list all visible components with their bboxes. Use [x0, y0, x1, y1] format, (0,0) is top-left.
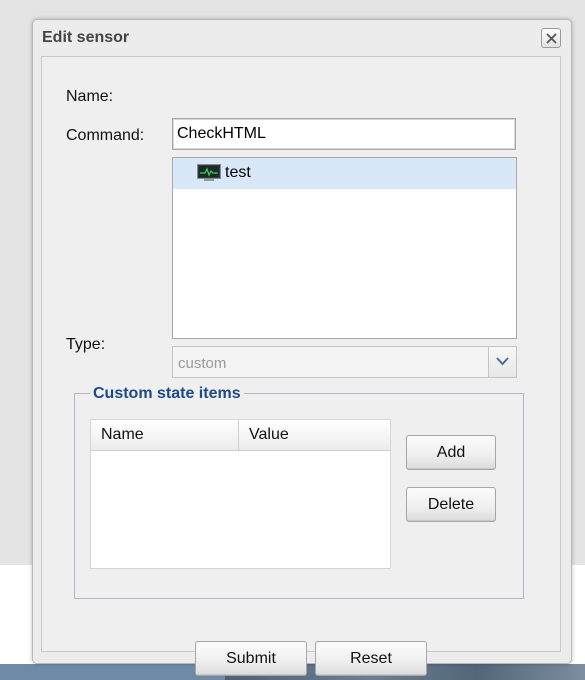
dialog-title: Edit sensor	[42, 29, 130, 46]
command-label: Command:	[66, 127, 145, 144]
form-panel: Name: CheckHTML Command: test Type: cust…	[41, 56, 561, 676]
state-items-grid[interactable]: Name Value	[90, 419, 391, 569]
command-item-label: test	[225, 164, 251, 181]
command-item[interactable]: test	[173, 158, 516, 189]
edit-sensor-dialog: Edit sensor Name: CheckHTML Command: tes…	[32, 19, 572, 676]
type-dropdown-trigger[interactable]	[488, 347, 516, 377]
custom-state-items-legend: Custom state items	[90, 385, 244, 403]
close-icon	[546, 33, 557, 44]
column-header-value[interactable]: Value	[239, 420, 390, 450]
type-value: custom	[178, 355, 227, 372]
name-label: Name:	[66, 88, 114, 105]
chevron-down-icon	[496, 357, 509, 366]
background-strip	[0, 664, 225, 680]
delete-button[interactable]: Delete	[406, 487, 496, 522]
type-select[interactable]: custom	[172, 346, 517, 378]
submit-button[interactable]: Submit	[195, 641, 307, 676]
command-list[interactable]: test	[172, 157, 517, 339]
monitor-pulse-icon	[197, 164, 221, 186]
grid-header: Name Value	[91, 420, 390, 451]
close-button[interactable]	[541, 28, 561, 48]
column-header-name[interactable]: Name	[91, 420, 239, 450]
reset-button[interactable]: Reset	[315, 641, 427, 676]
name-input[interactable]: CheckHTML	[172, 118, 516, 150]
type-label: Type:	[66, 336, 106, 353]
add-button[interactable]: Add	[406, 435, 496, 470]
